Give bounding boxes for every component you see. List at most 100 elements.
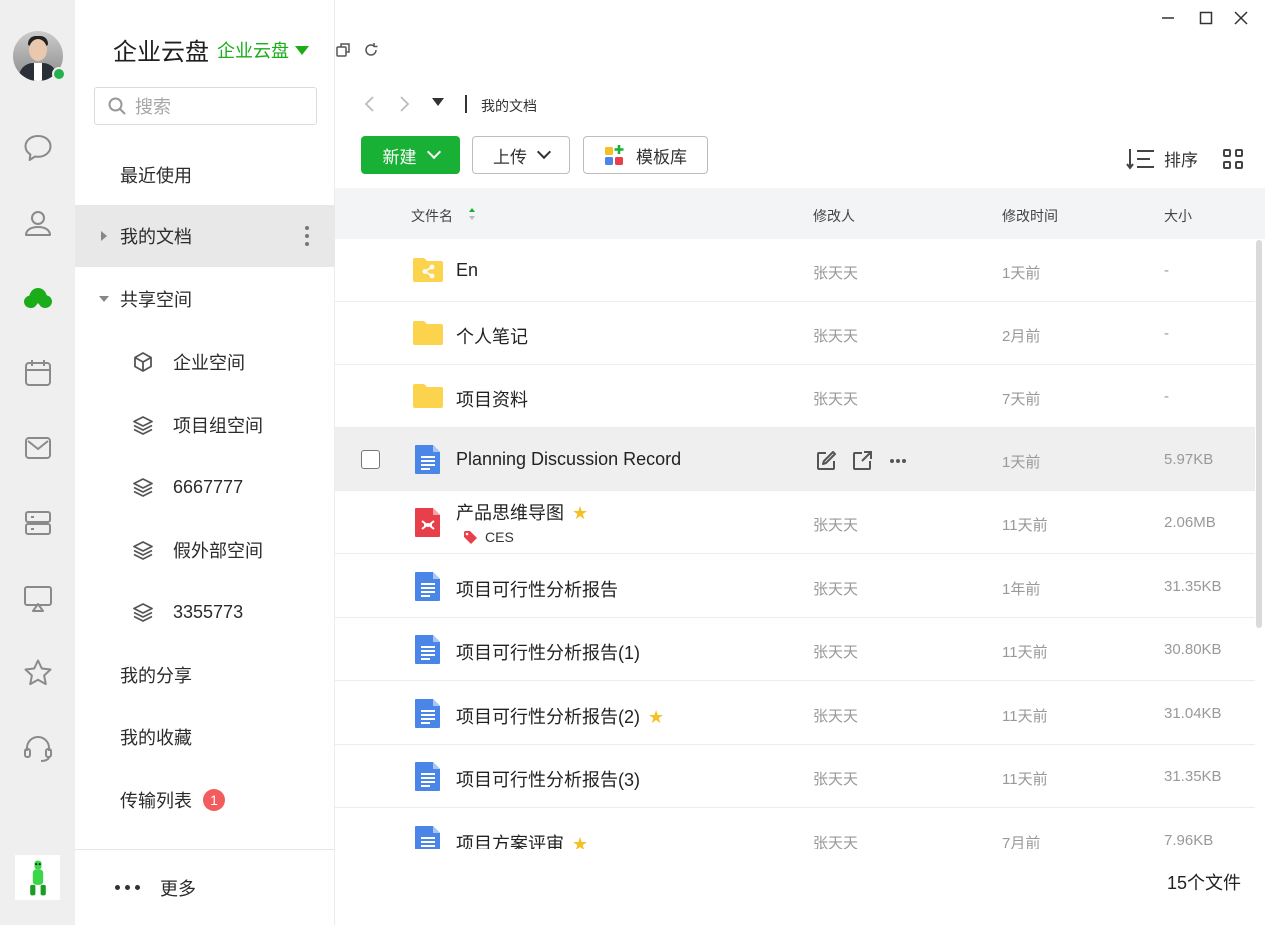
space-switcher[interactable]: 企业云盘 <box>217 37 289 63</box>
close-icon <box>1234 11 1248 25</box>
tag-icon <box>464 531 477 544</box>
popout-icon[interactable] <box>335 42 351 58</box>
search-input[interactable]: 搜索 <box>94 87 317 125</box>
file-name[interactable]: Planning Discussion Record <box>456 449 681 470</box>
sort-button[interactable]: 排序 <box>1126 146 1198 171</box>
more-menu[interactable]: 更多 <box>75 849 335 925</box>
column-modifier-header[interactable]: 修改人 <box>813 206 855 226</box>
column-mtime-header[interactable]: 修改时间 <box>1002 206 1058 226</box>
template-library-label: 模板库 <box>636 147 687 167</box>
caret-down-icon[interactable] <box>295 46 309 55</box>
more-options-icon[interactable] <box>304 226 310 246</box>
column-size-header[interactable]: 大小 <box>1164 206 1192 226</box>
refresh-icon[interactable] <box>363 42 379 58</box>
upload-button-label: 上传 <box>493 147 527 167</box>
nav-space-label: 3355773 <box>173 601 244 622</box>
file-mtime: 11天前 <box>1002 517 1048 534</box>
file-mtime: 1年前 <box>1002 581 1041 598</box>
chat-icon[interactable] <box>20 130 55 165</box>
table-row[interactable]: 产品思维导图 ★ CES 张天天 11天前 2.06MB <box>335 491 1255 554</box>
upload-button[interactable]: 上传 <box>472 136 570 174</box>
table-row[interactable]: En 张天天 1天前 - <box>335 239 1255 302</box>
star-icon[interactable] <box>20 655 55 690</box>
screen-share-icon[interactable] <box>20 580 55 615</box>
table-row[interactable]: 个人笔记 张天天 2月前 - <box>335 302 1255 365</box>
nav-recent[interactable]: 最近使用 <box>75 144 335 206</box>
nav-shared-space[interactable]: 共享空间 <box>75 268 335 330</box>
calendar-icon[interactable] <box>20 355 55 390</box>
nav-my-favorites[interactable]: 我的收藏 <box>75 706 335 768</box>
file-name[interactable]: 项目资料 <box>456 386 528 412</box>
breadcrumb-dropdown-icon[interactable] <box>432 98 444 106</box>
nav-space-enterprise[interactable]: 企业空间 <box>75 331 335 393</box>
table-row[interactable]: 项目可行性分析报告 张天天 1年前 31.35KB <box>335 555 1255 618</box>
table-row[interactable]: 项目资料 张天天 7天前 - <box>335 365 1255 428</box>
new-button-label: 新建 <box>382 147 417 167</box>
breadcrumb-current[interactable]: 我的文档 <box>481 96 537 116</box>
file-name[interactable]: En <box>456 260 478 281</box>
headset-icon[interactable] <box>20 730 55 765</box>
file-tag[interactable]: CES <box>462 529 514 545</box>
nav-space-3355773[interactable]: 3355773 <box>75 581 335 643</box>
edit-icon[interactable] <box>815 450 837 472</box>
table-row[interactable]: 项目可行性分析报告(2) ★ 张天天 11天前 31.04KB <box>335 682 1255 745</box>
sort-indicator-icon[interactable] <box>469 208 475 220</box>
app-title: 企业云盘 <box>113 39 209 66</box>
row-checkbox[interactable] <box>361 450 380 469</box>
column-name-header[interactable]: 文件名 <box>411 206 453 226</box>
file-size: 5.97KB <box>1164 451 1214 468</box>
table-row[interactable]: 项目可行性分析报告(1) 张天天 11天前 30.80KB <box>335 618 1255 681</box>
list-scrollbar[interactable] <box>1256 240 1262 628</box>
mail-icon[interactable] <box>20 430 55 465</box>
starred-icon[interactable]: ★ <box>572 503 588 524</box>
back-arrow-icon[interactable] <box>363 94 377 114</box>
share-icon[interactable] <box>851 450 873 472</box>
file-mtime: 11天前 <box>1002 644 1048 661</box>
file-name[interactable]: 个人笔记 <box>456 323 528 349</box>
maximize-button[interactable] <box>1196 8 1216 28</box>
table-row[interactable]: 项目可行性分析报告(3) 张天天 11天前 31.35KB <box>335 745 1255 808</box>
file-modifier: 张天天 <box>813 644 859 661</box>
close-button[interactable] <box>1231 8 1251 28</box>
expand-icon[interactable] <box>101 231 107 241</box>
template-library-button[interactable]: 模板库 <box>583 136 708 174</box>
file-name[interactable]: 项目可行性分析报告(2) ★ <box>456 703 664 729</box>
sort-icon <box>1126 148 1154 170</box>
app-rail <box>0 0 75 925</box>
online-status-indicator <box>52 67 66 81</box>
contacts-icon[interactable] <box>20 205 55 240</box>
table-row[interactable]: Planning Discussion Record 1天前 5.97KB <box>335 428 1255 491</box>
file-name[interactable]: 项目可行性分析报告(1) <box>456 639 640 665</box>
nav-space-project-group[interactable]: 项目组空间 <box>75 394 335 456</box>
minimize-button[interactable] <box>1158 8 1178 28</box>
file-name[interactable]: 项目可行性分析报告 <box>456 576 618 602</box>
file-name[interactable]: 项目可行性分析报告(3) <box>456 766 640 792</box>
forward-arrow-icon[interactable] <box>397 94 411 114</box>
file-name-text: 项目方案评审 <box>456 834 564 849</box>
cloud-icon[interactable] <box>20 280 55 315</box>
file-name[interactable]: 项目方案评审 ★ <box>456 830 588 849</box>
starred-icon[interactable]: ★ <box>648 707 664 728</box>
server-icon[interactable] <box>20 505 55 540</box>
nav-space-fake-external[interactable]: 假外部空间 <box>75 519 335 581</box>
file-name[interactable]: 产品思维导图 ★ <box>456 499 588 525</box>
doc-file-icon <box>415 572 440 601</box>
nav-my-docs[interactable]: 我的文档 <box>75 205 335 267</box>
nav-my-shares[interactable]: 我的分享 <box>75 644 335 706</box>
grid-view-icon[interactable] <box>1223 149 1243 169</box>
nav-recent-label: 最近使用 <box>120 166 192 186</box>
search-icon <box>108 97 126 115</box>
more-horizontal-icon[interactable] <box>887 450 909 472</box>
file-modifier: 张天天 <box>813 835 859 849</box>
starred-icon[interactable]: ★ <box>572 834 588 849</box>
layers-icon <box>133 416 153 435</box>
file-modifier: 张天天 <box>813 391 859 408</box>
file-mtime: 7天前 <box>1002 391 1041 408</box>
nav-my-docs-label: 我的文档 <box>120 227 192 247</box>
table-row[interactable]: 项目方案评审 ★ 张天天 7月前 7.96KB <box>335 809 1255 849</box>
collapse-icon[interactable] <box>99 296 109 302</box>
nav-space-6667777[interactable]: 6667777 <box>75 456 335 518</box>
new-button[interactable]: 新建 <box>361 136 460 174</box>
nav-transfer-list[interactable]: 传输列表 1 <box>75 769 335 831</box>
file-mtime: 7月前 <box>1002 835 1041 849</box>
